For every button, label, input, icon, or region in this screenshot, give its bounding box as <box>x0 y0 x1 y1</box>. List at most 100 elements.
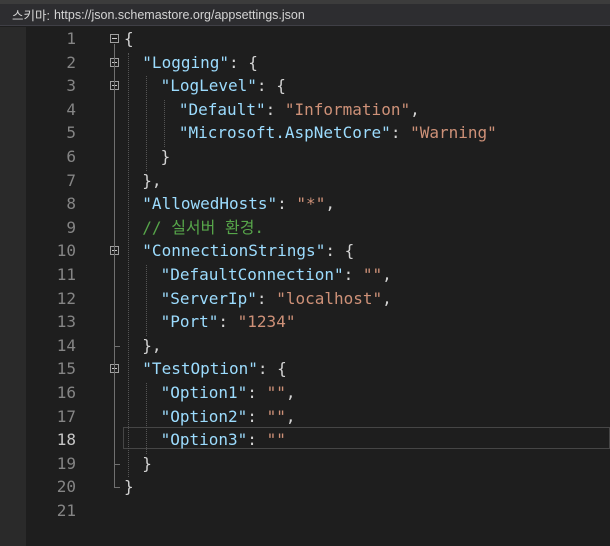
code-text: "Port": "1234" <box>161 310 296 334</box>
code-text: "Option3": "" <box>161 428 286 452</box>
code-text: "LogLevel": { <box>161 74 286 98</box>
json-string: "Warning" <box>410 123 497 143</box>
punctuation: , <box>382 265 392 284</box>
json-string: "Information" <box>284 99 411 119</box>
comment: // 실서버 환경. <box>142 217 265 237</box>
punctuation: : { <box>257 359 287 379</box>
json-key: "Option2" <box>160 406 248 426</box>
line-number: 18 <box>56 430 76 450</box>
code-text: "Default": "Information", <box>179 98 420 122</box>
punctuation: : <box>247 430 267 450</box>
json-key: "Microsoft.AspNetCore" <box>178 123 391 143</box>
schema-url[interactable]: https://json.schemastore.org/appsettings… <box>54 8 305 22</box>
line-number: 13 <box>56 312 76 332</box>
punctuation: : <box>256 288 277 308</box>
json-key: "Default" <box>178 99 266 119</box>
code-text: "TestOption": { <box>142 357 287 381</box>
indent-guide <box>164 99 165 147</box>
json-key: "LogLevel" <box>160 76 257 96</box>
punctuation: } <box>142 453 152 473</box>
code-text: "Logging": { <box>142 51 258 75</box>
punctuation: : <box>390 123 411 143</box>
line-number: 1 <box>66 29 76 48</box>
json-key: "Port" <box>160 312 219 332</box>
punctuation: , <box>410 99 420 119</box>
fold-end-marker <box>114 463 120 465</box>
line-number: 15 <box>56 359 76 379</box>
punctuation: : { <box>325 241 355 261</box>
json-string: "1234" <box>237 312 296 332</box>
code-text: "AllowedHosts": "*", <box>142 192 335 216</box>
line-number: 10 <box>56 241 76 261</box>
json-string: "" <box>266 430 286 450</box>
line-number: 7 <box>66 170 76 190</box>
indent-guide <box>146 76 147 171</box>
code-text: } <box>142 452 152 476</box>
json-key: "Logging" <box>142 52 229 72</box>
code-text: }, <box>142 334 161 358</box>
line-number: 4 <box>66 99 76 119</box>
json-key: "Option1" <box>160 383 248 402</box>
line-number: 17 <box>56 406 76 426</box>
line-number: 6 <box>66 147 76 166</box>
line-number: 3 <box>66 76 76 96</box>
json-key: "DefaultConnection" <box>160 265 344 284</box>
code-editor[interactable]: 1{2 "Logging": {3 "LogLevel": {4 "Default":… <box>26 27 610 546</box>
punctuation: : { <box>256 76 286 96</box>
code-text: "Microsoft.AspNetCore": "Warning" <box>179 121 497 145</box>
punctuation: : <box>265 99 285 119</box>
punctuation: } <box>124 477 134 497</box>
punctuation: { <box>124 29 134 48</box>
punctuation: : <box>277 194 297 214</box>
line-number: 16 <box>56 383 76 402</box>
indent-guide <box>146 383 147 454</box>
json-string: "*" <box>296 194 326 214</box>
collapse-icon[interactable] <box>110 34 119 43</box>
json-key: "TestOption" <box>142 359 258 379</box>
fold-rail <box>114 374 115 464</box>
code-text: "Option1": "", <box>161 381 296 405</box>
line-number: 19 <box>56 453 76 473</box>
code-text: // 실서버 환경. <box>142 216 264 240</box>
indent-guide <box>128 52 129 478</box>
json-string: "" <box>362 265 383 284</box>
code-text: "ServerIp": "localhost", <box>161 287 392 311</box>
punctuation: : { <box>229 52 258 72</box>
line-number: 12 <box>56 288 76 308</box>
punctuation: , <box>382 288 392 308</box>
json-key: "AllowedHosts" <box>142 194 278 214</box>
json-key: "ServerIp" <box>160 288 257 308</box>
indent-guide <box>146 265 147 336</box>
punctuation: }, <box>142 335 162 355</box>
line-number: 21 <box>56 501 76 520</box>
punctuation: } <box>160 147 171 166</box>
json-key: "ConnectionStrings" <box>142 241 326 261</box>
line-number: 9 <box>66 217 76 237</box>
line-number: 14 <box>56 335 76 355</box>
code-line[interactable]: 21 <box>26 499 610 523</box>
code-text: { <box>124 27 134 51</box>
code-text: }, <box>142 169 161 193</box>
punctuation: : <box>218 312 238 332</box>
line-number: 8 <box>66 194 76 214</box>
line-number: 11 <box>56 265 76 284</box>
json-string: "" <box>266 383 286 402</box>
fold-end-marker <box>114 345 120 347</box>
schema-bar[interactable]: 스키마: https://json.schemastore.org/appset… <box>0 4 610 26</box>
punctuation: , <box>325 194 335 214</box>
fold-rail <box>114 256 115 346</box>
punctuation: : <box>247 383 267 402</box>
line-number: 2 <box>66 52 76 72</box>
punctuation: : <box>343 265 363 284</box>
code-text: "DefaultConnection": "", <box>161 263 392 287</box>
code-text: } <box>124 475 134 499</box>
json-string: "localhost" <box>276 288 383 308</box>
line-number: 20 <box>56 477 76 497</box>
code-text: } <box>161 145 171 169</box>
json-string: "" <box>266 406 286 426</box>
punctuation: }, <box>142 170 162 190</box>
punctuation: , <box>285 383 296 402</box>
punctuation: , <box>285 406 296 426</box>
fold-end-marker <box>114 487 120 489</box>
line-number: 5 <box>66 123 76 143</box>
